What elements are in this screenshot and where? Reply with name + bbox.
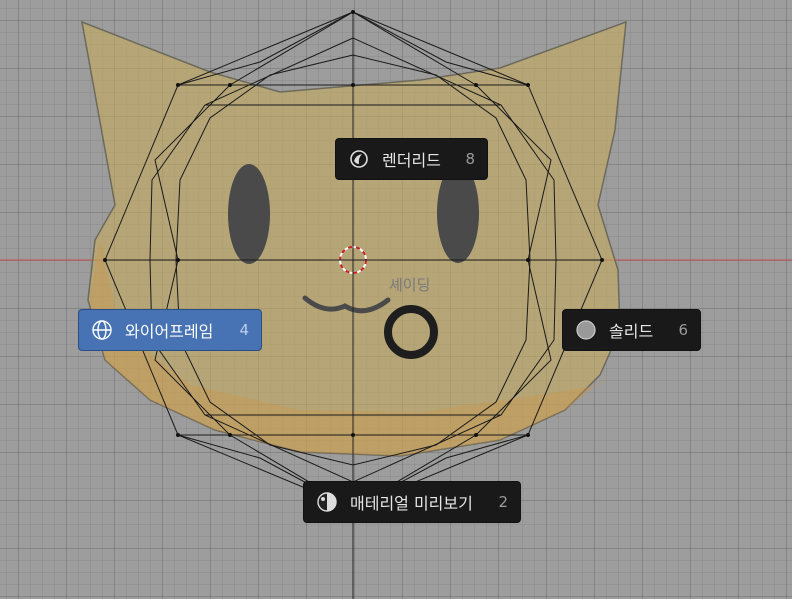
material-preview-icon <box>316 491 338 513</box>
left-eye <box>228 164 270 264</box>
shading-option-wireframe[interactable]: 와이어프레임 4 <box>78 309 262 351</box>
material-preview-label: 매테리얼 미리보기 <box>350 494 473 513</box>
solid-sphere-icon <box>575 319 597 341</box>
rendered-sphere-icon <box>348 148 370 170</box>
material-preview-shortcut: 2 <box>498 493 508 511</box>
shading-option-material-preview[interactable]: 매테리얼 미리보기 2 <box>303 481 521 523</box>
shading-option-rendered[interactable]: 렌더리드 8 <box>335 138 488 180</box>
wireframe-label: 와이어프레임 <box>125 322 214 341</box>
rendered-shortcut: 8 <box>465 150 475 168</box>
pie-menu-title: 셰이딩 <box>389 276 431 294</box>
solid-label: 솔리드 <box>609 322 654 341</box>
wireframe-shortcut: 4 <box>239 321 249 339</box>
shading-option-solid[interactable]: 솔리드 6 <box>562 309 701 351</box>
rendered-label: 렌더리드 <box>382 151 441 170</box>
wireframe-globe-icon <box>91 319 113 341</box>
solid-shortcut: 6 <box>678 321 688 339</box>
3d-viewport[interactable]: 셰이딩 렌더리드 8 와이어프레임 4 솔리드 6 매테리얼 미리보기 2 <box>0 0 792 599</box>
